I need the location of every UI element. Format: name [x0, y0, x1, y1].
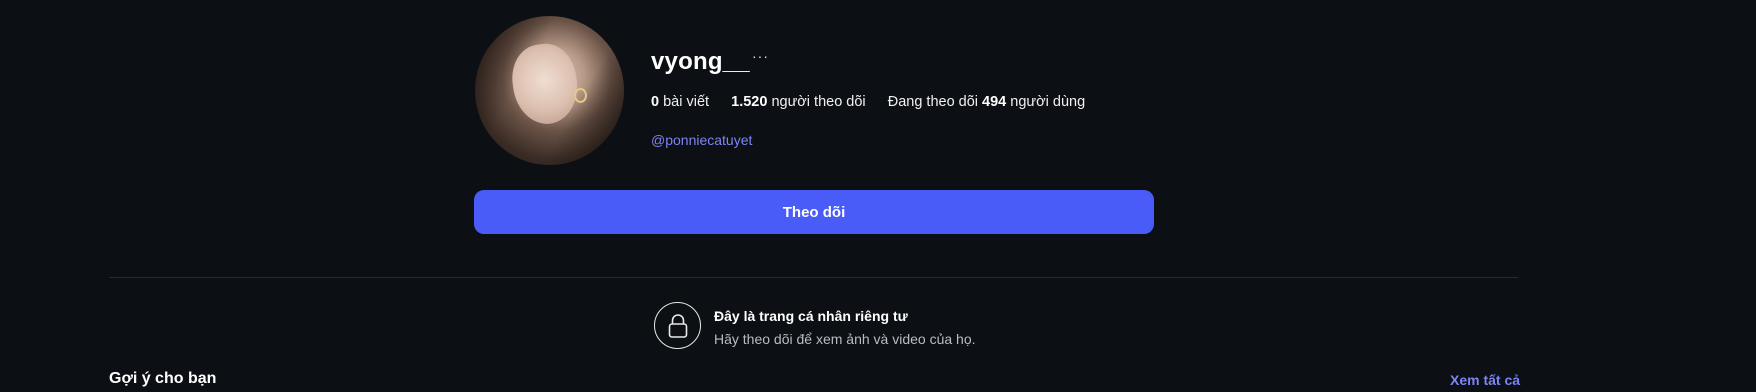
suggestions-heading: Gợi ý cho bạn	[109, 370, 217, 387]
profile-page: vyong__ ··· 0 bài viết 1.520 người theo …	[0, 0, 1756, 392]
section-divider	[109, 277, 1518, 278]
more-options-icon[interactable]: ···	[752, 48, 769, 64]
posts-stat[interactable]: 0 bài viết	[651, 94, 713, 110]
profile-mention-link[interactable]: @ponniecatuyet	[651, 132, 752, 148]
following-label: người dùng	[1010, 94, 1086, 110]
posts-label: bài viết	[663, 94, 710, 110]
lock-icon	[654, 302, 701, 349]
followers-stat[interactable]: 1.520 người theo dõi	[731, 94, 870, 110]
followers-label: người theo dõi	[771, 94, 866, 110]
follow-button[interactable]: Theo dõi	[474, 190, 1154, 234]
private-profile-subtitle: Hãy theo dõi để xem ảnh và video của họ.	[714, 331, 976, 347]
following-prefix: Đang theo dõi	[887, 94, 979, 110]
private-profile-title: Đây là trang cá nhân riêng tư	[714, 308, 908, 324]
following-count: 494	[982, 94, 1007, 110]
following-stat[interactable]: Đang theo dõi 494 người dùng	[888, 94, 1085, 110]
posts-count: 0	[651, 94, 660, 110]
avatar-earring	[574, 88, 587, 103]
profile-avatar[interactable]	[475, 16, 624, 165]
profile-username: vyong__	[651, 48, 750, 75]
see-all-link[interactable]: Xem tất cả	[1450, 372, 1520, 388]
profile-stats: 0 bài viết 1.520 người theo dõi Đang the…	[651, 94, 1085, 110]
followers-count: 1.520	[731, 94, 768, 110]
